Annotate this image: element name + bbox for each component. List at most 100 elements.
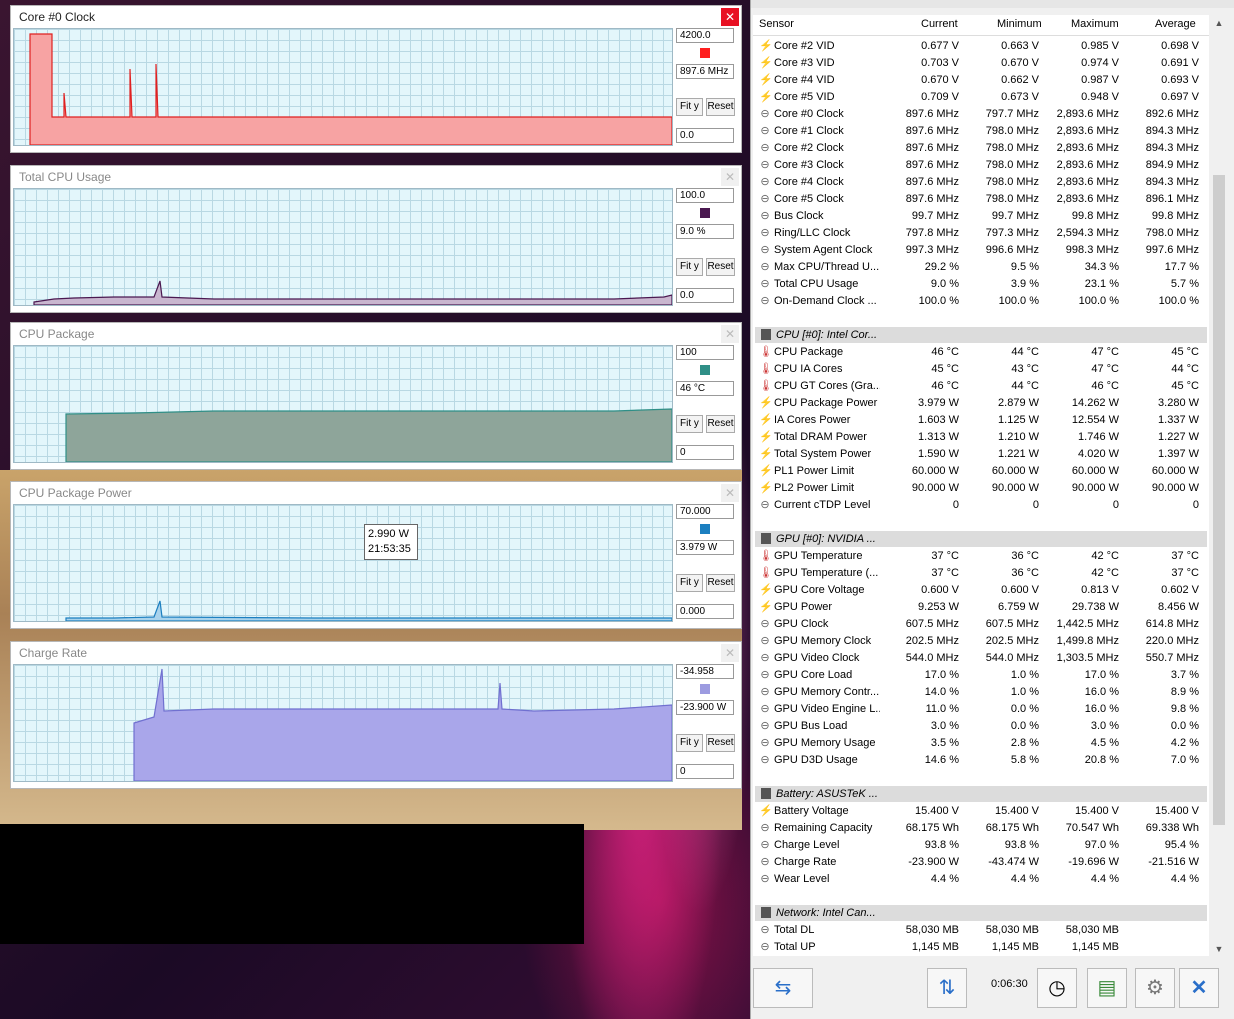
graph-plot[interactable]: [13, 28, 673, 146]
sensor-row[interactable]: ⊖ GPU D3D Usage 14.6 % 5.8 % 20.8 % 7.0 %: [753, 752, 1209, 769]
sensor-row[interactable]: ⊖ Charge Level 93.8 % 93.8 % 97.0 % 95.4 %: [753, 837, 1209, 854]
graph-max-value[interactable]: 100.0: [676, 188, 734, 203]
graph-min-value[interactable]: 0.000: [676, 604, 734, 619]
sensor-row[interactable]: ⚡ GPU Core Voltage 0.600 V 0.600 V 0.813 V 0.…: [753, 582, 1209, 599]
sensor-row[interactable]: ⊖ Total CPU Usage 9.0 % 3.9 % 23.1 % 5.7 %: [753, 276, 1209, 293]
graph-min-value[interactable]: 0: [676, 764, 734, 779]
graph-min-value[interactable]: 0: [676, 445, 734, 460]
sensor-row[interactable]: ⊖ Wear Level 4.4 % 4.4 % 4.4 % 4.4 %: [753, 871, 1209, 888]
graph-max-value[interactable]: 100: [676, 345, 734, 360]
graph-max-value[interactable]: 4200.0: [676, 28, 734, 43]
close-icon[interactable]: ✕: [721, 325, 739, 343]
fit-y-button[interactable]: Fit y: [676, 98, 703, 116]
header-maximum[interactable]: Maximum: [1071, 18, 1119, 30]
sensor-row[interactable]: ⊖ GPU Memory Usage 3.5 % 2.8 % 4.5 % 4.2 %: [753, 735, 1209, 752]
sensor-row[interactable]: ⚡ Battery Voltage 15.400 V 15.400 V 15.400 V…: [753, 803, 1209, 820]
sensor-group-header[interactable]: CPU [#0]: Intel Cor...: [755, 327, 1207, 343]
sensor-row[interactable]: ⊖ GPU Memory Contr... 14.0 % 1.0 % 16.0 % 8.9…: [753, 684, 1209, 701]
header-sensor[interactable]: Sensor: [759, 18, 794, 30]
nav-arrows-icon[interactable]: ⇆: [753, 968, 813, 1008]
sensor-row[interactable]: ⊖ Core #5 Clock 897.6 MHz 798.0 MHz 2,893.6 …: [753, 191, 1209, 208]
graph-color-swatch[interactable]: [700, 208, 710, 218]
close-icon[interactable]: ✕: [721, 644, 739, 662]
close-icon[interactable]: ✕: [721, 8, 739, 26]
sensor-row[interactable]: ⚡ CPU Package Power 3.979 W 2.879 W 14.262 W…: [753, 395, 1209, 412]
close-x-icon[interactable]: ✕: [1179, 968, 1219, 1008]
graph-max-value[interactable]: -34.958: [676, 664, 734, 679]
sensor-row[interactable]: ⊖ Bus Clock 99.7 MHz 99.7 MHz 99.8 MHz 99.8 M…: [753, 208, 1209, 225]
graph-min-value[interactable]: 0.0: [676, 288, 734, 303]
clock-icon[interactable]: ◷: [1037, 968, 1077, 1008]
sensor-row[interactable]: ⊖ Total UP 1,145 MB 1,145 MB 1,145 MB: [753, 939, 1209, 956]
sensor-row[interactable]: ⚡ PL1 Power Limit 60.000 W 60.000 W 60.000 W…: [753, 463, 1209, 480]
reset-button[interactable]: Reset: [706, 98, 735, 116]
sensor-window-titlebar[interactable]: [751, 0, 1234, 8]
sensor-row[interactable]: ⊖ Core #2 Clock 897.6 MHz 798.0 MHz 2,893.6 …: [753, 140, 1209, 157]
add-report-icon[interactable]: ▤: [1087, 968, 1127, 1008]
graph-color-swatch[interactable]: [700, 524, 710, 534]
sensor-row[interactable]: 🌡 CPU GT Cores (Gra... 46 °C 44 °C 46 °C 45 °…: [753, 378, 1209, 395]
close-icon[interactable]: ✕: [721, 168, 739, 186]
sensor-row[interactable]: ⚡ Core #2 VID 0.677 V 0.663 V 0.985 V 0.698 V: [753, 38, 1209, 55]
sensor-list[interactable]: ⚡ Core #2 VID 0.677 V 0.663 V 0.985 V 0.698 V…: [753, 36, 1209, 956]
sensor-row[interactable]: ⊖ Total DL 58,030 MB 58,030 MB 58,030 MB: [753, 922, 1209, 939]
reset-button[interactable]: Reset: [706, 734, 735, 752]
graph-plot[interactable]: [13, 664, 673, 782]
scroll-down-icon[interactable]: ▼: [1211, 941, 1227, 957]
sensor-row[interactable]: ⊖ On-Demand Clock ... 100.0 % 100.0 % 100.0 …: [753, 293, 1209, 310]
sensor-row[interactable]: ⚡ GPU Power 9.253 W 6.759 W 29.738 W 8.456 W: [753, 599, 1209, 616]
sensor-row[interactable]: 🌡 CPU IA Cores 45 °C 43 °C 47 °C 44 °C: [753, 361, 1209, 378]
graph-window[interactable]: Total CPU Usage ✕ 100.0 9.0 % Fit y Reset 0.0: [10, 165, 742, 313]
graph-window[interactable]: CPU Package ✕ 100 46 °C Fit y Reset 0: [10, 322, 742, 470]
fit-y-button[interactable]: Fit y: [676, 415, 703, 433]
sensor-row[interactable]: ⚡ PL2 Power Limit 90.000 W 90.000 W 90.000 W…: [753, 480, 1209, 497]
graph-plot[interactable]: [13, 188, 673, 306]
sensor-row[interactable]: ⊖ Current cTDP Level 0 0 0 0: [753, 497, 1209, 514]
graph-plot[interactable]: [13, 504, 673, 622]
sensor-scrollbar[interactable]: ▲ ▼: [1211, 15, 1227, 957]
graph-plot[interactable]: [13, 345, 673, 463]
network-icon[interactable]: ⇅: [927, 968, 967, 1008]
close-icon[interactable]: ✕: [721, 484, 739, 502]
sensor-row[interactable]: 🌡 CPU Package 46 °C 44 °C 47 °C 45 °C: [753, 344, 1209, 361]
sensor-row[interactable]: ⊖ Charge Rate -23.900 W -43.474 W -19.696 W -…: [753, 854, 1209, 871]
sensor-group-header[interactable]: Network: Intel Can...: [755, 905, 1207, 921]
sensor-group-header[interactable]: GPU [#0]: NVIDIA ...: [755, 531, 1207, 547]
sensor-row[interactable]: ⊖ GPU Clock 607.5 MHz 607.5 MHz 1,442.5 MHz 6…: [753, 616, 1209, 633]
graph-window[interactable]: Core #0 Clock ✕ 4200.0 897.6 MHz Fit y Reset 0…: [10, 5, 742, 153]
scroll-thumb[interactable]: [1213, 175, 1225, 825]
sensor-row[interactable]: ⊖ Remaining Capacity 68.175 Wh 68.175 Wh 70.…: [753, 820, 1209, 837]
header-current[interactable]: Current: [921, 18, 958, 30]
sensor-row[interactable]: ⊖ System Agent Clock 997.3 MHz 996.6 MHz 998…: [753, 242, 1209, 259]
sensor-row[interactable]: ⚡ Core #5 VID 0.709 V 0.673 V 0.948 V 0.697 V: [753, 89, 1209, 106]
sensor-row[interactable]: 🌡 GPU Temperature (... 37 °C 36 °C 42 °C 37 °…: [753, 565, 1209, 582]
graph-color-swatch[interactable]: [700, 48, 710, 58]
sensor-row[interactable]: ⊖ GPU Memory Clock 202.5 MHz 202.5 MHz 1,499…: [753, 633, 1209, 650]
graph-max-value[interactable]: 70.000: [676, 504, 734, 519]
sensor-row[interactable]: ⚡ Core #4 VID 0.670 V 0.662 V 0.987 V 0.693 V: [753, 72, 1209, 89]
scroll-up-icon[interactable]: ▲: [1211, 15, 1227, 31]
sensor-group-header[interactable]: Battery: ASUSTeK ...: [755, 786, 1207, 802]
sensor-row[interactable]: ⊖ Ring/LLC Clock 797.8 MHz 797.3 MHz 2,594.3…: [753, 225, 1209, 242]
fit-y-button[interactable]: Fit y: [676, 734, 703, 752]
sensor-row[interactable]: ⚡ Core #3 VID 0.703 V 0.670 V 0.974 V 0.691 V: [753, 55, 1209, 72]
header-average[interactable]: Average: [1155, 18, 1196, 30]
header-minimum[interactable]: Minimum: [997, 18, 1042, 30]
graph-window[interactable]: Charge Rate ✕ -34.958 -23.900 W Fit y Reset 0: [10, 641, 742, 789]
sensor-row[interactable]: ⚡ Total DRAM Power 1.313 W 1.210 W 1.746 W 1.…: [753, 429, 1209, 446]
reset-button[interactable]: Reset: [706, 415, 735, 433]
reset-button[interactable]: Reset: [706, 574, 735, 592]
settings-gear-icon[interactable]: ⚙: [1135, 968, 1175, 1008]
fit-y-button[interactable]: Fit y: [676, 574, 703, 592]
sensor-row[interactable]: ⊖ GPU Bus Load 3.0 % 0.0 % 3.0 % 0.0 %: [753, 718, 1209, 735]
sensor-row[interactable]: ⊖ GPU Video Engine L... 11.0 % 0.0 % 16.0 % 9…: [753, 701, 1209, 718]
reset-button[interactable]: Reset: [706, 258, 735, 276]
sensor-row[interactable]: ⚡ IA Cores Power 1.603 W 1.125 W 12.554 W 1.3…: [753, 412, 1209, 429]
sensor-row[interactable]: ⚡ Total System Power 1.590 W 1.221 W 4.020 W…: [753, 446, 1209, 463]
graph-color-swatch[interactable]: [700, 365, 710, 375]
sensor-row[interactable]: ⊖ Core #0 Clock 897.6 MHz 797.7 MHz 2,893.6 …: [753, 106, 1209, 123]
fit-y-button[interactable]: Fit y: [676, 258, 703, 276]
graph-min-value[interactable]: 0.0: [676, 128, 734, 143]
sensor-row[interactable]: ⊖ GPU Video Clock 544.0 MHz 544.0 MHz 1,303.…: [753, 650, 1209, 667]
sensor-row[interactable]: ⊖ Core #4 Clock 897.6 MHz 798.0 MHz 2,893.6 …: [753, 174, 1209, 191]
